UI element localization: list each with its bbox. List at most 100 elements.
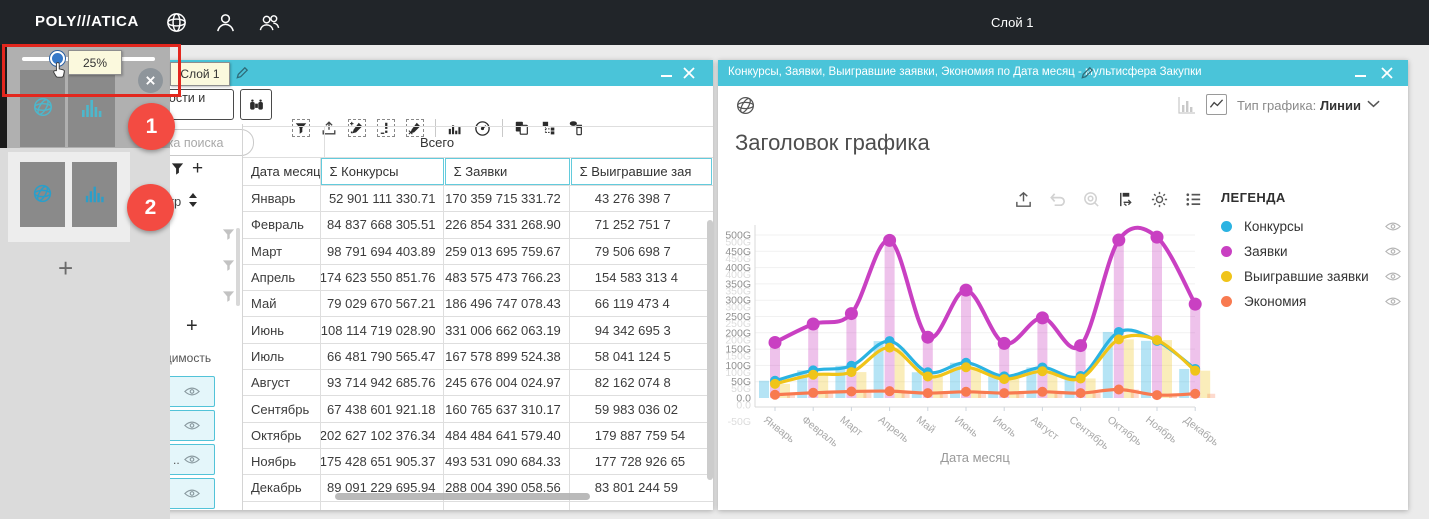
panel-add-icon[interactable]: + (192, 158, 203, 180)
column-header[interactable]: Дата месяц (243, 158, 321, 185)
bar-chart-type-icon[interactable] (1178, 96, 1196, 114)
chart-window-title: Конкурсы, Заявки, Выигравшие заявки, Эко… (728, 66, 1202, 78)
add-fact-icon[interactable]: + (186, 315, 198, 338)
chart-type-value[interactable]: Линии (1320, 98, 1361, 113)
multisphere-icon[interactable] (165, 11, 188, 34)
layer-thumbnail-chart[interactable] (72, 162, 117, 227)
table-row[interactable]: Март98 791 694 403.89259 013 695 759.677… (243, 239, 713, 265)
table-cell: Август (243, 370, 321, 395)
table-cell: 98 791 694 403.89 (321, 239, 444, 264)
layer-thumbnail-sphere[interactable] (20, 70, 65, 147)
row-filter-icon[interactable] (222, 228, 235, 241)
table-header-row: Дата месяцΣ КонкурсыΣ ЗаявкиΣ Выигравшие… (243, 158, 713, 186)
table-row[interactable]: Ноябрь175 428 651 905.37493 531 090 684.… (243, 449, 713, 475)
rename-window-icon[interactable] (1080, 65, 1095, 80)
svg-text:500G: 500G (725, 230, 751, 242)
table-cell: 331 006 662 063.19 (444, 317, 569, 342)
line-chart-canvas[interactable]: 500G450G400G350G300G250G200G150G100G50G0… (718, 210, 1408, 510)
close-layer-icon[interactable] (138, 68, 163, 93)
annotation-badge-1: 1 (128, 103, 175, 150)
table-vertical-scrollbar[interactable] (707, 220, 713, 480)
total-cell: 1 150 685 497 79 (570, 502, 713, 510)
table-horizontal-scrollbar[interactable] (335, 493, 590, 500)
table-cell: 170 359 715 331.72 (444, 186, 569, 211)
table-cell: 93 714 942 685.76 (321, 370, 444, 395)
panel-filter-icon[interactable] (170, 161, 185, 176)
svg-text:Май: Май (914, 414, 938, 436)
table-cell: 483 575 473 766.23 (444, 265, 569, 290)
chart-window-titlebar[interactable]: Конкурсы, Заявки, Выигравшие заявки, Эко… (718, 60, 1408, 86)
line-chart-type-icon[interactable] (1206, 94, 1227, 115)
zoom-percent-tooltip: 25% (68, 50, 122, 75)
corner-cell (243, 127, 325, 157)
swap-axes-icon[interactable] (1116, 190, 1135, 209)
settings-gear-icon[interactable] (1150, 190, 1169, 209)
binoculars-search-button[interactable] (240, 89, 272, 120)
sort-arrows-icon[interactable] (188, 193, 198, 207)
svg-text:50G: 50G (731, 376, 751, 388)
pivot-table: Всего Дата месяцΣ КонкурсыΣ ЗаявкиΣ Выиг… (243, 126, 713, 510)
svg-text:150G: 150G (725, 344, 751, 356)
visibility-eye-icon[interactable] (184, 454, 200, 465)
row-filter-icon[interactable] (222, 259, 235, 272)
layer-name-tooltip: Слой 1 (170, 62, 230, 86)
table-cell: Апрель (243, 265, 321, 290)
table-row[interactable]: Октябрь202 627 102 376.34484 484 641 579… (243, 423, 713, 449)
table-row[interactable]: Сентябрь67 438 601 921.18160 765 637 310… (243, 396, 713, 422)
layer-thumbnail-sphere[interactable] (20, 162, 65, 227)
visibility-eye-icon[interactable] (184, 386, 200, 397)
legend-list-icon[interactable] (1184, 190, 1203, 209)
table-row[interactable]: Август93 714 942 685.76245 676 004 024.9… (243, 370, 713, 396)
table-cell: 79 506 698 7 (570, 239, 713, 264)
table-cell: 84 837 668 305.51 (321, 212, 444, 237)
rename-window-icon[interactable] (235, 65, 250, 80)
minimize-window-icon[interactable] (661, 75, 672, 77)
undo-icon[interactable] (1048, 190, 1067, 209)
table-cell: 177 728 926 65 (570, 449, 713, 474)
table-row[interactable]: Февраль84 837 668 305.51226 854 331 268.… (243, 212, 713, 238)
column-header[interactable]: Σ Конкурсы (321, 158, 444, 185)
table-row[interactable]: Июль66 481 790 565.47167 578 899 524.385… (243, 344, 713, 370)
zoom-reset-icon[interactable] (1082, 190, 1101, 209)
group-header-cell: Всего (325, 127, 713, 157)
svg-text:Апрель: Апрель (876, 414, 912, 446)
visibility-eye-icon[interactable] (184, 488, 200, 499)
chart-title[interactable]: Заголовок графика (735, 130, 930, 156)
table-cell: 66 481 790 565.47 (321, 344, 444, 369)
svg-text:350G: 350G (725, 278, 751, 290)
table-row[interactable]: Май79 029 670 567.21186 496 747 078.4366… (243, 291, 713, 317)
table-cell: 179 887 759 54 (570, 423, 713, 448)
table-row[interactable]: Июнь108 114 719 028.90331 006 662 063.19… (243, 317, 713, 343)
svg-text:300G: 300G (725, 295, 751, 307)
minimize-window-icon[interactable] (1355, 75, 1366, 77)
table-cell: 202 627 102 376.34 (321, 423, 444, 448)
add-layer-button[interactable]: + (58, 253, 73, 284)
close-window-icon[interactable] (1380, 66, 1394, 80)
table-total-row: Всего1 293 080 733 0303 497 347 200 4431… (243, 502, 713, 510)
close-window-icon[interactable] (682, 66, 696, 80)
table-cell: 259 013 695 759.67 (444, 239, 569, 264)
layer-thumbnail-chart[interactable] (68, 70, 115, 147)
column-header[interactable]: Σ Заявки (445, 158, 570, 185)
annotation-badge-2: 2 (127, 184, 174, 231)
visibility-eye-icon[interactable] (184, 420, 200, 431)
multisphere-source-icon[interactable] (735, 95, 756, 116)
chevron-down-icon[interactable] (1367, 100, 1380, 108)
user-icon[interactable] (214, 11, 237, 34)
column-header[interactable]: Σ Выигравшие зая (571, 158, 712, 185)
table-row[interactable]: Апрель174 623 550 851.76483 575 473 766.… (243, 265, 713, 291)
users-icon[interactable] (258, 11, 281, 34)
row-filter-icon[interactable] (222, 290, 235, 303)
table-row[interactable]: Январь52 901 111 330.71170 359 715 331.7… (243, 186, 713, 212)
selected-layer-indicator (0, 45, 7, 148)
table-cell: Декабрь (243, 475, 321, 500)
svg-text:450G: 450G (725, 246, 751, 258)
layer-group-2[interactable] (8, 152, 130, 242)
panel-scrollbar[interactable] (236, 228, 240, 306)
svg-text:Март: Март (838, 414, 865, 439)
export-chart-icon[interactable] (1014, 190, 1033, 209)
svg-text:Сентябрь: Сентябрь (1067, 414, 1112, 453)
svg-text:Июль: Июль (990, 414, 1019, 440)
active-layer-label: Слой 1 (991, 15, 1033, 30)
svg-text:400G: 400G (725, 262, 751, 274)
